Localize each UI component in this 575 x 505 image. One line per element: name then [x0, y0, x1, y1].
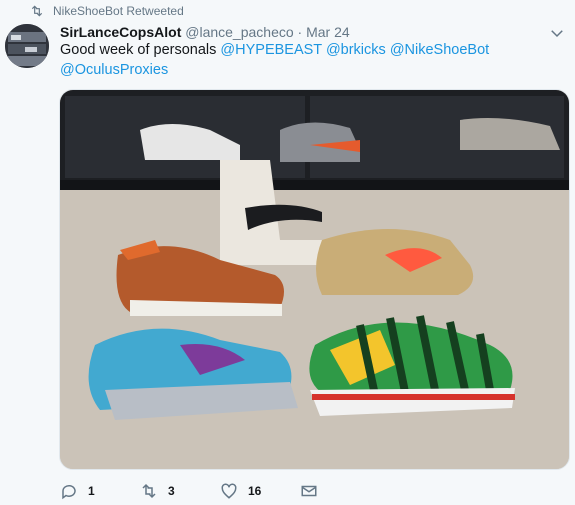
more-menu-button[interactable]: [548, 24, 566, 42]
reply-button[interactable]: 1: [60, 482, 140, 500]
tweet-photo[interactable]: [59, 89, 570, 470]
tweet-date[interactable]: Mar 24: [306, 24, 350, 40]
author-handle[interactable]: @lance_pacheco: [185, 24, 293, 40]
avatar[interactable]: [5, 24, 49, 68]
like-button[interactable]: 16: [220, 482, 300, 500]
chevron-down-icon: [551, 30, 563, 38]
like-count: 16: [248, 484, 262, 498]
reply-icon: [62, 484, 76, 500]
retweeted-by-label: NikeShoeBot Retweeted: [53, 4, 184, 18]
tweet-header: SirLanceCopsAlot @lance_pacheco · Mar 24: [60, 24, 350, 40]
retweet-context: NikeShoeBot Retweeted: [30, 2, 184, 20]
reply-count: 1: [88, 484, 95, 498]
retweet-count: 3: [168, 484, 175, 498]
mention-brkicks[interactable]: @brkicks: [326, 42, 386, 58]
mention-oculusproxies[interactable]: @OculusProxies: [60, 62, 168, 78]
retweet-button[interactable]: 3: [140, 482, 220, 500]
tweet-actions: 1 3 16: [60, 481, 380, 501]
separator-dot: ·: [297, 24, 303, 40]
author-name[interactable]: SirLanceCopsAlot: [60, 24, 181, 40]
heart-icon: [221, 483, 237, 499]
mention-nikeshoebot[interactable]: @NikeShoeBot: [390, 42, 489, 58]
mention-hypebeast[interactable]: @HYPEBEAST: [220, 42, 322, 58]
direct-message-button[interactable]: [300, 482, 380, 500]
tweet-text: Good week of personals @HYPEBEAST @brkic…: [60, 40, 540, 80]
retweet-icon: [142, 483, 156, 499]
tweet-text-prefix: Good week of personals: [60, 42, 221, 58]
envelope-icon: [301, 485, 317, 497]
retweet-icon: [31, 5, 43, 17]
